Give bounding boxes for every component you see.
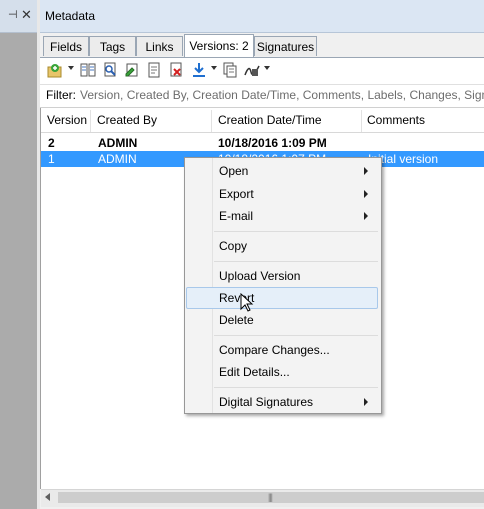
column-header-creation-date[interactable]: Creation Date/Time xyxy=(218,113,322,127)
menu-item-export-label: Export xyxy=(219,187,254,201)
download-icon[interactable] xyxy=(191,62,207,78)
menu-item-compare-changes-label: Compare Changes... xyxy=(219,343,330,357)
scroll-left-arrow-icon[interactable] xyxy=(45,493,50,501)
menu-item-email-label: E-mail xyxy=(219,209,254,223)
scroll-grip-icon: ||| xyxy=(268,492,273,502)
filter-input[interactable]: Version, Created By, Creation Date/Time,… xyxy=(80,88,484,102)
tab-signatures[interactable]: Signatures xyxy=(254,36,317,56)
column-divider[interactable] xyxy=(211,110,212,132)
menu-item-digital-signatures-label: Digital Signatures xyxy=(219,395,314,409)
panel-title-bar xyxy=(40,0,484,33)
edit-icon[interactable] xyxy=(124,62,140,78)
menu-item-upload-version-label: Upload Version xyxy=(219,269,301,283)
menu-item-copy-label: Copy xyxy=(219,239,248,253)
row-created-by: ADMIN xyxy=(98,136,138,150)
menu-item-copy[interactable] xyxy=(186,235,380,257)
menu-separator xyxy=(214,231,378,232)
submenu-arrow-icon xyxy=(364,190,368,198)
export-icon[interactable] xyxy=(146,62,162,78)
menu-item-edit-details-label: Edit Details... xyxy=(219,365,290,379)
menu-item-delete[interactable] xyxy=(186,309,380,331)
view-details-icon[interactable] xyxy=(102,62,118,78)
close-icon[interactable]: ✕ xyxy=(21,7,32,23)
column-header-created-by[interactable]: Created By xyxy=(97,113,157,127)
menu-item-email[interactable] xyxy=(186,205,380,227)
submenu-arrow-icon xyxy=(364,212,368,220)
menu-item-export[interactable] xyxy=(186,183,380,205)
row-date: 10/18/2016 1:09 PM xyxy=(218,136,327,150)
row-version: 1 xyxy=(48,152,55,166)
pin-icon[interactable]: ⊣ xyxy=(8,8,18,21)
menu-separator xyxy=(214,261,378,262)
signature-dropdown-icon[interactable] xyxy=(264,66,270,70)
column-header-comments[interactable]: Comments xyxy=(367,113,425,127)
delete-icon[interactable] xyxy=(168,62,184,78)
tab-fields[interactable]: Fields xyxy=(43,36,89,56)
column-divider[interactable] xyxy=(361,110,362,132)
add-version-icon[interactable] xyxy=(47,62,63,78)
menu-item-open-label: Open xyxy=(219,164,249,178)
menu-item-revert[interactable] xyxy=(186,287,378,309)
compare-icon[interactable] xyxy=(80,62,96,78)
column-header-version[interactable]: Version xyxy=(47,113,87,127)
submenu-arrow-icon xyxy=(364,398,368,406)
panel-title: Metadata xyxy=(45,9,96,23)
signature-icon[interactable] xyxy=(244,62,260,78)
column-divider[interactable] xyxy=(90,110,91,132)
filter-label: Filter: xyxy=(46,88,76,102)
mouse-cursor-icon xyxy=(240,292,254,316)
submenu-arrow-icon xyxy=(364,167,368,175)
tab-tags[interactable]: Tags xyxy=(89,36,136,56)
tab-versions[interactable]: Versions: 2 xyxy=(184,34,254,57)
download-dropdown-icon[interactable] xyxy=(211,66,217,70)
tab-links[interactable]: Links xyxy=(136,36,183,56)
row-created-by: ADMIN xyxy=(98,152,137,166)
header-divider xyxy=(41,132,484,133)
menu-separator xyxy=(214,387,378,388)
left-dock-strip xyxy=(0,0,37,509)
menu-separator xyxy=(214,335,378,336)
row-version: 2 xyxy=(48,136,55,150)
copy-icon[interactable] xyxy=(222,62,238,78)
menu-item-open[interactable] xyxy=(186,161,380,183)
add-dropdown-icon[interactable] xyxy=(68,66,74,70)
